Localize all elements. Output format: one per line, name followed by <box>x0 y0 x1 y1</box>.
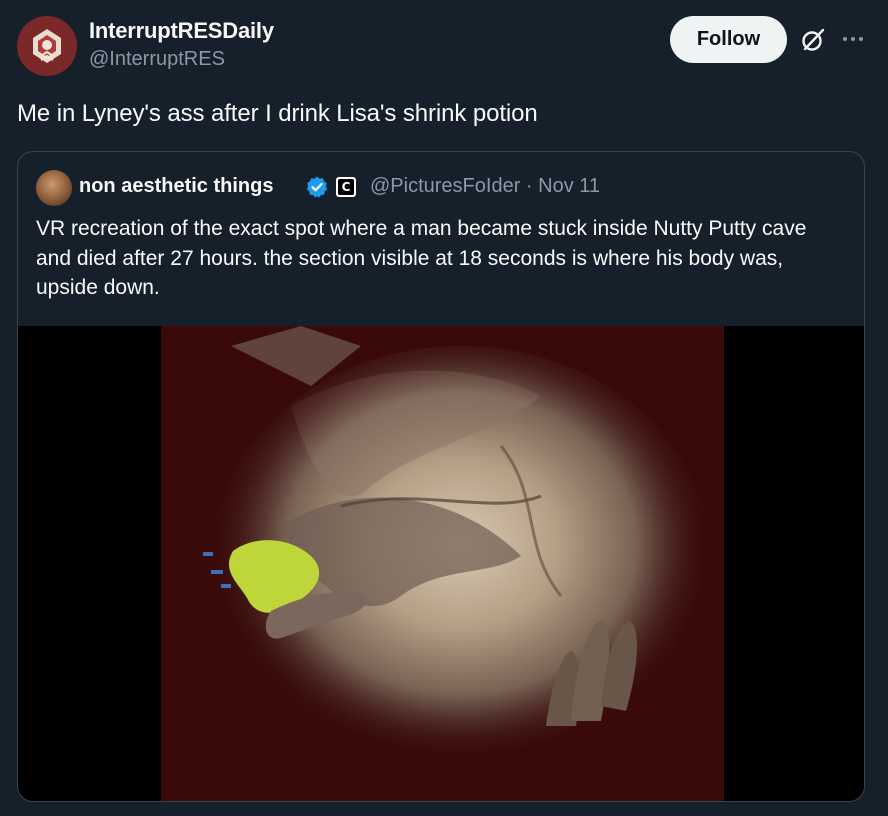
author-name[interactable]: InterruptRESDaily <box>89 18 274 44</box>
quote-text: VR recreation of the exact spot where a … <box>36 217 807 299</box>
author-handle[interactable]: @InterruptRES <box>89 48 225 71</box>
quote-tweet[interactable]: non aesthetic things C @PicturesFoIder ·… <box>17 151 865 802</box>
grok-icon[interactable] <box>800 27 826 53</box>
quote-author-name[interactable]: non aesthetic things <box>79 175 273 198</box>
cave-scene-image <box>161 326 724 801</box>
author-avatar[interactable] <box>17 16 77 76</box>
verified-badge-icon <box>306 176 328 198</box>
author-logo-icon <box>17 16 77 76</box>
tweet-text: Me in Lyney's ass after I drink Lisa's s… <box>17 100 538 127</box>
follow-button[interactable]: Follow <box>670 16 787 63</box>
affiliate-badge-letter: C <box>338 179 354 195</box>
affiliate-badge-icon: C <box>336 177 356 197</box>
quote-author-handle-date: @PicturesFoIder · Nov 11 <box>370 175 601 197</box>
tweet: InterruptRESDaily @InterruptRES Follow M… <box>0 0 888 816</box>
more-icon[interactable] <box>840 26 866 52</box>
video-frame <box>161 326 724 801</box>
quote-video[interactable] <box>18 326 864 801</box>
quote-author-avatar[interactable] <box>36 170 72 206</box>
